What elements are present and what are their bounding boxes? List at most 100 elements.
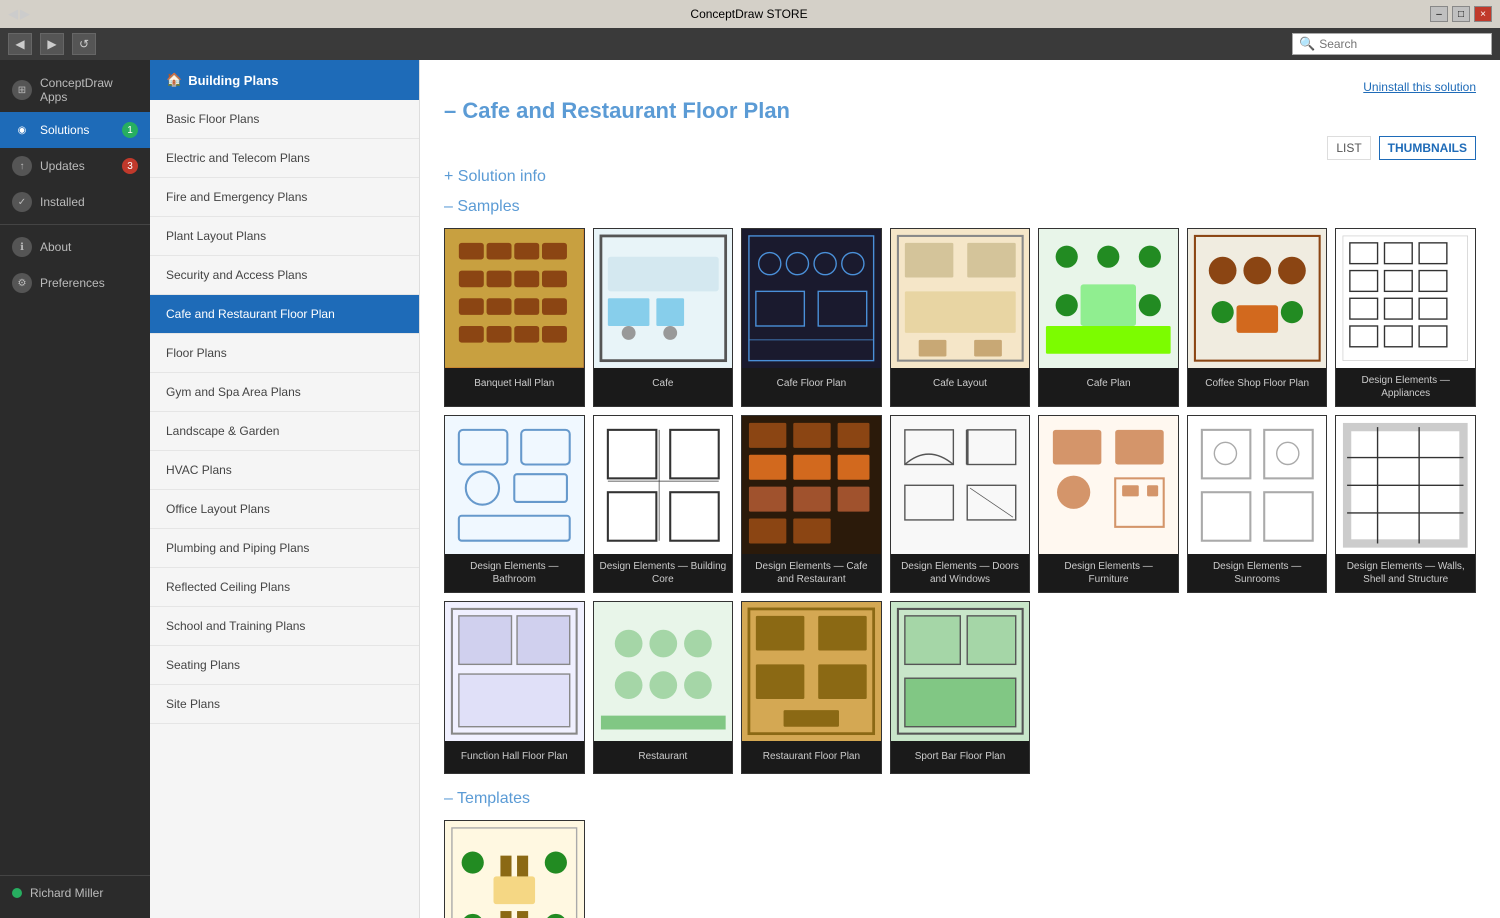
user-status-dot <box>12 888 22 898</box>
sidebar-hvac[interactable]: HVAC Plans <box>150 451 419 490</box>
nav-bar: ◀ ▶ ↺ 🔍 <box>0 28 1500 60</box>
list-view-button[interactable]: LIST <box>1327 136 1370 160</box>
thumb-design-appl-img <box>1336 229 1475 368</box>
sidebar-item-installed[interactable]: ✓ Installed <box>0 184 150 220</box>
sidebar-item-preferences[interactable]: ⚙ Preferences <box>0 265 150 301</box>
apps-icon: ⊞ <box>12 80 32 100</box>
thumb-design-sun-img <box>1188 416 1327 555</box>
thumb-cafe-plan[interactable]: Cafe Plan <box>1038 228 1179 407</box>
sidebar-item-apps[interactable]: ⊞ ConceptDraw Apps <box>0 68 150 112</box>
sidebar-site-plans[interactable]: Site Plans <box>150 685 419 724</box>
thumb-design-building-core[interactable]: Design Elements — Building Core <box>593 415 734 594</box>
sidebar-item-about[interactable]: ℹ About <box>0 229 150 265</box>
updates-icon: ↑ <box>12 156 32 176</box>
thumb-coffee-shop-label: Coffee Shop Floor Plan <box>1188 368 1327 400</box>
sidebar-landscape-garden[interactable]: Landscape & Garden <box>150 412 419 451</box>
window-title: ConceptDraw STORE <box>68 7 1430 21</box>
thumb-cafe-restaurant-template[interactable]: Cafe and Restaurant <box>444 820 585 918</box>
sidebar-fire-emergency[interactable]: Fire and Emergency Plans <box>150 178 419 217</box>
thumb-design-cafe-label: Design Elements — Cafe and Restaurant <box>742 554 881 592</box>
thumb-banquet-label: Banquet Hall Plan <box>445 368 584 400</box>
solution-info-toggle[interactable]: + Solution info <box>444 168 1476 186</box>
samples-section-header[interactable]: – Samples <box>444 198 1476 216</box>
sidebar-installed-label: Installed <box>40 195 85 209</box>
sidebar-solutions-label: Solutions <box>40 123 89 137</box>
thumb-restaurant-floor-img <box>742 602 881 741</box>
sidebar-plant-layout[interactable]: Plant Layout Plans <box>150 217 419 256</box>
sidebar-divider-1 <box>0 224 150 225</box>
preferences-icon: ⚙ <box>12 273 32 293</box>
building-plans-icon: 🏠 <box>166 72 182 88</box>
thumb-design-walls[interactable]: Design Elements — Walls, Shell and Struc… <box>1335 415 1476 594</box>
close-button[interactable]: × <box>1474 6 1492 22</box>
thumbnails-view-button[interactable]: THUMBNAILS <box>1379 136 1476 160</box>
thumb-design-bathroom[interactable]: Design Elements — Bathroom <box>444 415 585 594</box>
thumb-cafe-plan-img <box>1039 229 1178 368</box>
back-button[interactable]: ◀ <box>8 33 32 55</box>
sidebar-plumbing-piping[interactable]: Plumbing and Piping Plans <box>150 529 419 568</box>
thumb-coffee-shop[interactable]: Coffee Shop Floor Plan <box>1187 228 1328 407</box>
thumb-cafe-label: Cafe <box>594 368 733 400</box>
thumb-design-build-img <box>594 416 733 555</box>
templates-grid: Cafe and Restaurant <box>444 820 1476 918</box>
thumb-sport-bar[interactable]: Sport Bar Floor Plan <box>890 601 1031 774</box>
thumb-design-doors-label: Design Elements — Doors and Windows <box>891 554 1030 592</box>
templates-section-header[interactable]: – Templates <box>444 790 1476 808</box>
thumb-design-doors-windows[interactable]: Design Elements — Doors and Windows <box>890 415 1031 594</box>
sidebar-reflected-ceiling[interactable]: Reflected Ceiling Plans <box>150 568 419 607</box>
search-box[interactable]: 🔍 <box>1292 33 1492 55</box>
sidebar-office-layout[interactable]: Office Layout Plans <box>150 490 419 529</box>
thumb-banquet-hall[interactable]: Banquet Hall Plan <box>444 228 585 407</box>
minimize-button[interactable]: – <box>1430 6 1448 22</box>
sidebar-security-access[interactable]: Security and Access Plans <box>150 256 419 295</box>
sidebar-updates-label: Updates <box>40 159 85 173</box>
thumb-design-bath-label: Design Elements — Bathroom <box>445 554 584 592</box>
thumb-cafe-floor-plan[interactable]: Cafe Floor Plan <box>741 228 882 407</box>
thumb-coffee-shop-img <box>1188 229 1327 368</box>
nav-forward-icon[interactable]: ▶ <box>20 6 30 22</box>
sidebar-floor-plans[interactable]: Floor Plans <box>150 334 419 373</box>
sidebar-basic-floor[interactable]: Basic Floor Plans <box>150 100 419 139</box>
thumb-design-cafe-restaurant[interactable]: Design Elements — Cafe and Restaurant <box>741 415 882 594</box>
thumb-design-walls-label: Design Elements — Walls, Shell and Struc… <box>1336 554 1475 592</box>
about-icon: ℹ <box>12 237 32 257</box>
page-title: – Cafe and Restaurant Floor Plan <box>444 98 1476 124</box>
search-input[interactable] <box>1319 37 1485 51</box>
forward-button[interactable]: ▶ <box>40 33 64 55</box>
thumb-cafe-floor-label: Cafe Floor Plan <box>742 368 881 400</box>
sidebar-cafe-restaurant[interactable]: Cafe and Restaurant Floor Plan <box>150 295 419 334</box>
thumb-restaurant-floor-label: Restaurant Floor Plan <box>742 741 881 773</box>
thumb-function-hall[interactable]: Function Hall Floor Plan <box>444 601 585 774</box>
nav-back-icon[interactable]: ◀ <box>8 6 18 22</box>
main-layout: ⊞ ConceptDraw Apps ◉ Solutions 1 ↑ Updat… <box>0 60 1500 918</box>
thumb-restaurant[interactable]: Restaurant <box>593 601 734 774</box>
title-bar: ◀ ▶ ConceptDraw STORE – □ × <box>0 0 1500 28</box>
sidebar-seating-plans[interactable]: Seating Plans <box>150 646 419 685</box>
thumb-restaurant-floor-plan[interactable]: Restaurant Floor Plan <box>741 601 882 774</box>
templates-label: – Templates <box>444 790 530 808</box>
window-controls: – □ × <box>1430 6 1492 22</box>
middle-sidebar: 🏠 Building Plans Basic Floor Plans Elect… <box>150 60 420 918</box>
title-minus: – <box>444 98 456 123</box>
thumb-design-build-label: Design Elements — Building Core <box>594 554 733 592</box>
uninstall-link[interactable]: Uninstall this solution <box>1363 80 1476 94</box>
thumb-cafe-layout-label: Cafe Layout <box>891 368 1030 400</box>
thumb-design-cafe-img <box>742 416 881 555</box>
thumb-cafe-layout[interactable]: Cafe Layout <box>890 228 1031 407</box>
thumb-design-furn-label: Design Elements — Furniture <box>1039 554 1178 592</box>
refresh-button[interactable]: ↺ <box>72 33 96 55</box>
thumb-design-walls-img <box>1336 416 1475 555</box>
thumb-cafe-plan-label: Cafe Plan <box>1039 368 1178 400</box>
sidebar-school-training[interactable]: School and Training Plans <box>150 607 419 646</box>
thumb-design-appliances[interactable]: Design Elements — Appliances <box>1335 228 1476 407</box>
view-controls: LIST THUMBNAILS <box>444 136 1476 160</box>
thumb-design-furniture[interactable]: Design Elements — Furniture <box>1038 415 1179 594</box>
thumb-design-sunrooms[interactable]: Design Elements — Sunrooms <box>1187 415 1328 594</box>
sidebar-item-updates[interactable]: ↑ Updates 3 <box>0 148 150 184</box>
sidebar-item-solutions[interactable]: ◉ Solutions 1 <box>0 112 150 148</box>
user-area: Richard Miller <box>0 875 150 910</box>
maximize-button[interactable]: □ <box>1452 6 1470 22</box>
sidebar-electric-telecom[interactable]: Electric and Telecom Plans <box>150 139 419 178</box>
thumb-cafe[interactable]: Cafe <box>593 228 734 407</box>
sidebar-gym-spa[interactable]: Gym and Spa Area Plans <box>150 373 419 412</box>
